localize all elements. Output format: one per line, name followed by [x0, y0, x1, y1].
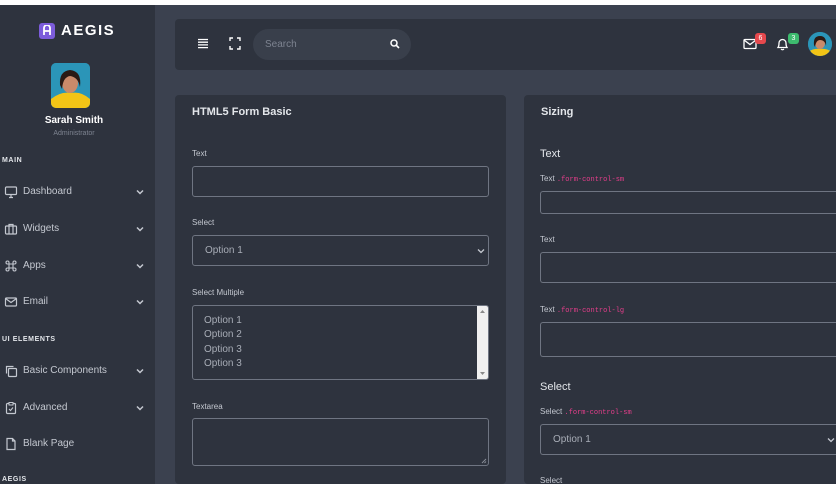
chevron-down-icon: [827, 438, 835, 443]
select-multiple-label: Select Multiple: [192, 288, 245, 297]
sidebar-item-label: Basic Components: [23, 365, 107, 376]
file-icon: [6, 437, 16, 451]
resize-handle-icon[interactable]: [480, 457, 487, 464]
scroll-down-arrow-icon[interactable]: [479, 371, 486, 376]
textarea-input[interactable]: [192, 418, 489, 466]
class-code: .form-control-lg: [556, 307, 625, 315]
sidebar-item-label: Dashboard: [23, 186, 72, 197]
user-avatar[interactable]: [51, 63, 90, 108]
card-title: Sizing: [541, 106, 574, 118]
notification-count-badge: 3: [788, 33, 799, 44]
brand-name: AEGIS: [61, 22, 116, 39]
text-lg-label: Text .form-control-lg: [540, 305, 625, 315]
sidebar-item-label: Advanced: [23, 402, 68, 413]
scrollbar[interactable]: [477, 306, 488, 379]
select-value: Option 1: [553, 434, 591, 445]
select-sm-label: Select .form-control-sm: [540, 407, 632, 417]
sidebar-item-widgets[interactable]: Widgets: [0, 218, 150, 240]
sidebar-item-basic-components[interactable]: Basic Components: [0, 360, 150, 382]
command-icon: [5, 260, 17, 272]
text-input-sm[interactable]: [540, 191, 836, 214]
section-label-main: MAIN: [2, 157, 23, 164]
menu-icon[interactable]: [197, 38, 209, 49]
text-input[interactable]: [192, 166, 489, 197]
sidebar-item-label: Apps: [23, 260, 46, 271]
chevron-down-icon[interactable]: [135, 224, 145, 234]
list-item[interactable]: Option 2: [204, 329, 242, 340]
chevron-down-icon[interactable]: [135, 261, 145, 271]
clipboard-icon: [5, 402, 17, 415]
list-item[interactable]: Option 3: [204, 344, 242, 355]
select-dropdown-sm[interactable]: Option 1: [540, 424, 836, 455]
chevron-down-icon[interactable]: [135, 297, 145, 307]
card-title: HTML5 Form Basic: [192, 106, 292, 118]
mail-count-badge: 6: [755, 33, 766, 44]
search-icon[interactable]: [390, 39, 400, 49]
class-code: .form-control-sm: [556, 176, 625, 184]
chevron-down-icon[interactable]: [135, 403, 145, 413]
scroll-up-arrow-icon[interactable]: [479, 309, 486, 314]
user-avatar-small[interactable]: [808, 32, 832, 56]
brand-logo-icon: [39, 22, 55, 39]
sidebar-item-blank-page[interactable]: Blank Page: [0, 433, 150, 455]
sidebar-item-dashboard[interactable]: Dashboard: [0, 181, 150, 203]
text-sm-label: Text .form-control-sm: [540, 174, 625, 184]
select-label: Select: [192, 218, 215, 227]
sidebar-item-label: Widgets: [23, 223, 60, 234]
select-heading: Select: [540, 381, 571, 393]
monitor-icon: [4, 186, 18, 199]
chevron-down-icon[interactable]: [135, 187, 145, 197]
textarea-label: Textarea: [192, 402, 223, 411]
briefcase-icon: [4, 223, 18, 235]
text-label: Text: [192, 149, 207, 158]
text-input-lg[interactable]: [540, 322, 836, 357]
chevron-down-icon[interactable]: [135, 366, 145, 376]
user-name: Sarah Smith: [44, 115, 104, 126]
user-role: Administrator: [53, 130, 95, 137]
sidebar-item-label: Email: [23, 296, 49, 307]
sidebar-item-advanced[interactable]: Advanced: [0, 397, 150, 419]
list-item[interactable]: Option 1: [204, 315, 242, 326]
text-label: Text: [540, 235, 555, 244]
select-value: Option 1: [205, 245, 243, 256]
sidebar-item-email[interactable]: Email: [0, 291, 150, 313]
class-code: .form-control-sm: [564, 409, 632, 417]
sidebar-item-label: Blank Page: [23, 438, 75, 449]
text-heading: Text: [540, 148, 561, 160]
brand[interactable]: AEGIS: [39, 22, 115, 39]
sizing-card: Sizing Text Text .form-control-sm Text T…: [524, 95, 836, 484]
search-input[interactable]: [253, 29, 411, 60]
top-header: 6 3: [175, 19, 836, 70]
text-input-default[interactable]: [540, 252, 836, 283]
copy-icon: [5, 365, 18, 378]
select-label: Select: [540, 476, 563, 484]
mail-icon: [4, 297, 18, 307]
select-multiple-list[interactable]: Option 1 Option 2 Option 3 Option 3: [192, 305, 489, 380]
sidebar-item-apps[interactable]: Apps: [0, 255, 150, 277]
fullscreen-icon[interactable]: [229, 37, 241, 50]
section-label-aegis: AEGIS: [2, 476, 27, 483]
scrollbar-thumb[interactable]: [479, 319, 486, 365]
sidebar: AEGIS Sarah Smith Administrator MAIN Das…: [0, 5, 155, 484]
section-label-ui-elements: UI ELEMENTS: [2, 336, 56, 343]
select-dropdown[interactable]: Option 1: [192, 235, 489, 266]
chevron-down-icon: [477, 249, 485, 254]
list-item[interactable]: Option 3: [204, 358, 242, 369]
form-basic-card: HTML5 Form Basic Text Select Option 1 Se…: [175, 95, 506, 484]
